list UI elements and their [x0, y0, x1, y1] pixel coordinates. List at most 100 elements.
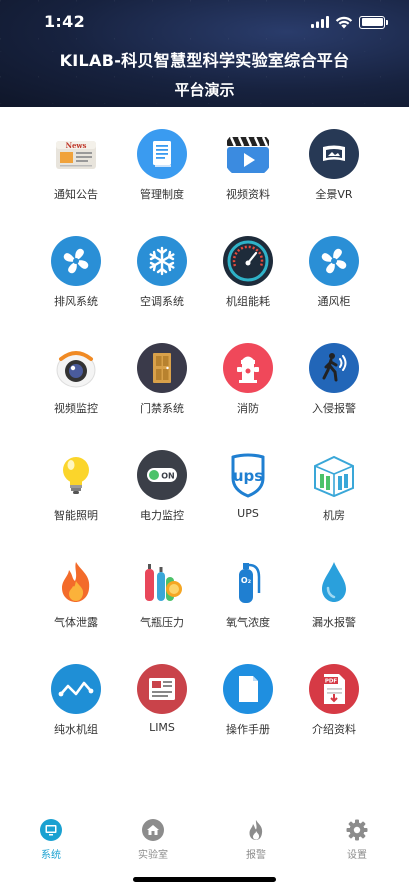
module-lims[interactable]: LIMS [119, 664, 205, 771]
module-label: 门禁系统 [140, 402, 184, 415]
module-label: 视频监控 [54, 402, 98, 415]
module-water-leak-alarm[interactable]: 漏水报警 [291, 557, 377, 664]
module-grid: News 通知公告 管理制度 视频资料 全景VR 排风系统 空调系统 机组能耗 … [33, 129, 377, 771]
tab-label: 实验室 [138, 850, 168, 861]
module-pure-water-unit[interactable]: 纯水机组 [33, 664, 119, 771]
intruder-icon [309, 343, 359, 393]
module-power-monitoring[interactable]: ON 电力监控 [119, 450, 205, 557]
module-ups[interactable]: ups UPS [205, 450, 291, 557]
tab-system[interactable]: 系统 [21, 818, 81, 861]
module-label: 通风柜 [317, 295, 351, 308]
tab-label: 系统 [41, 850, 61, 861]
module-video-surveillance[interactable]: 视频监控 [33, 343, 119, 450]
module-label: 操作手册 [226, 723, 270, 736]
module-video-materials[interactable]: 视频资料 [205, 129, 291, 236]
module-smart-lighting[interactable]: 智能照明 [33, 450, 119, 557]
tab-label: 报警 [246, 850, 266, 861]
svg-text:O₂: O₂ [241, 576, 252, 585]
server-room-icon [309, 450, 359, 500]
water-drop-icon [309, 557, 359, 607]
fume-hood-fan-icon [309, 236, 359, 286]
svg-text:ups: ups [233, 467, 263, 485]
tab-settings[interactable]: 设置 [327, 818, 387, 861]
module-air-conditioning[interactable]: 空调系统 [119, 236, 205, 343]
module-fume-hood[interactable]: 通风柜 [291, 236, 377, 343]
module-label: 机房 [323, 509, 345, 522]
tab-label: 设置 [347, 850, 367, 861]
module-label: 智能照明 [54, 509, 98, 522]
module-intrusion-alarm[interactable]: 入侵报警 [291, 343, 377, 450]
door-icon [137, 343, 187, 393]
lims-icon [137, 664, 187, 714]
document-icon [137, 129, 187, 179]
camera-icon [51, 343, 101, 393]
module-oxygen-level[interactable]: O₂ 氧气浓度 [205, 557, 291, 664]
module-label: 漏水报警 [312, 616, 356, 629]
signal-icon [311, 16, 329, 28]
gauge-icon [223, 236, 273, 286]
module-access-control[interactable]: 门禁系统 [119, 343, 205, 450]
module-label: 视频资料 [226, 188, 270, 201]
page-title: KILAB-科贝智慧型科学实验室综合平台 [59, 51, 350, 70]
svg-text:PDF: PDF [325, 679, 338, 685]
vr-panorama-icon [309, 129, 359, 179]
gas-cylinder-icon [137, 557, 187, 607]
page-subtitle: 平台演示 [174, 81, 235, 99]
exhaust-fan-icon [51, 236, 101, 286]
module-label: 气瓶压力 [140, 616, 184, 629]
module-label: 空调系统 [140, 295, 184, 308]
power-switch-icon: ON [137, 450, 187, 500]
monitor-icon [40, 819, 62, 841]
module-label: 介绍资料 [312, 723, 356, 736]
module-operation-manual[interactable]: 操作手册 [205, 664, 291, 771]
oxygen-tank-icon: O₂ [223, 557, 273, 607]
app-header: 1:42 KILAB-科贝智慧型科学实验室综合平台 平台演示 [0, 0, 409, 107]
water-wave-icon [51, 664, 101, 714]
fire-hydrant-icon [223, 343, 273, 393]
ups-logo-icon: ups [223, 450, 273, 500]
video-clapper-icon [223, 129, 273, 179]
pdf-icon: PDF [309, 664, 359, 714]
gear-icon [346, 819, 368, 841]
flame-icon [51, 557, 101, 607]
module-management-rules[interactable]: 管理制度 [119, 129, 205, 236]
module-label: LIMS [149, 721, 175, 734]
module-label: 管理制度 [140, 188, 184, 201]
module-fire-protection[interactable]: 消防 [205, 343, 291, 450]
manual-icon [223, 664, 273, 714]
home-indicator[interactable] [133, 877, 276, 882]
light-bulb-icon [51, 450, 101, 500]
module-server-room[interactable]: 机房 [291, 450, 377, 557]
module-exhaust[interactable]: 排风系统 [33, 236, 119, 343]
svg-text:News: News [66, 141, 87, 150]
module-label: 气体泄露 [54, 616, 98, 629]
module-introduction[interactable]: PDF 介绍资料 [291, 664, 377, 771]
module-label: 氧气浓度 [226, 616, 270, 629]
home-icon [142, 819, 164, 841]
module-cylinder-pressure[interactable]: 气瓶压力 [119, 557, 205, 664]
alarm-flame-icon [249, 820, 263, 840]
status-icons [311, 15, 388, 29]
module-label: 通知公告 [54, 188, 98, 201]
module-label: 电力监控 [140, 509, 184, 522]
module-notice[interactable]: News 通知公告 [33, 129, 119, 236]
module-label: UPS [237, 507, 259, 520]
wifi-icon [335, 16, 353, 29]
module-label: 排风系统 [54, 295, 98, 308]
tab-alarm[interactable]: 报警 [226, 818, 286, 861]
news-icon: News [51, 129, 101, 179]
module-gas-leak[interactable]: 气体泄露 [33, 557, 119, 664]
snowflake-icon [137, 236, 187, 286]
svg-text:ON: ON [161, 472, 175, 481]
module-label: 机组能耗 [226, 295, 270, 308]
module-label: 纯水机组 [54, 723, 98, 736]
module-unit-energy[interactable]: 机组能耗 [205, 236, 291, 343]
module-vr[interactable]: 全景VR [291, 129, 377, 236]
module-label: 入侵报警 [312, 402, 356, 415]
status-bar: 1:42 [0, 12, 409, 34]
status-time: 1:42 [44, 12, 85, 31]
module-label: 消防 [237, 402, 259, 415]
battery-icon [359, 15, 388, 29]
module-label: 全景VR [315, 188, 353, 201]
tab-laboratory[interactable]: 实验室 [123, 818, 183, 861]
